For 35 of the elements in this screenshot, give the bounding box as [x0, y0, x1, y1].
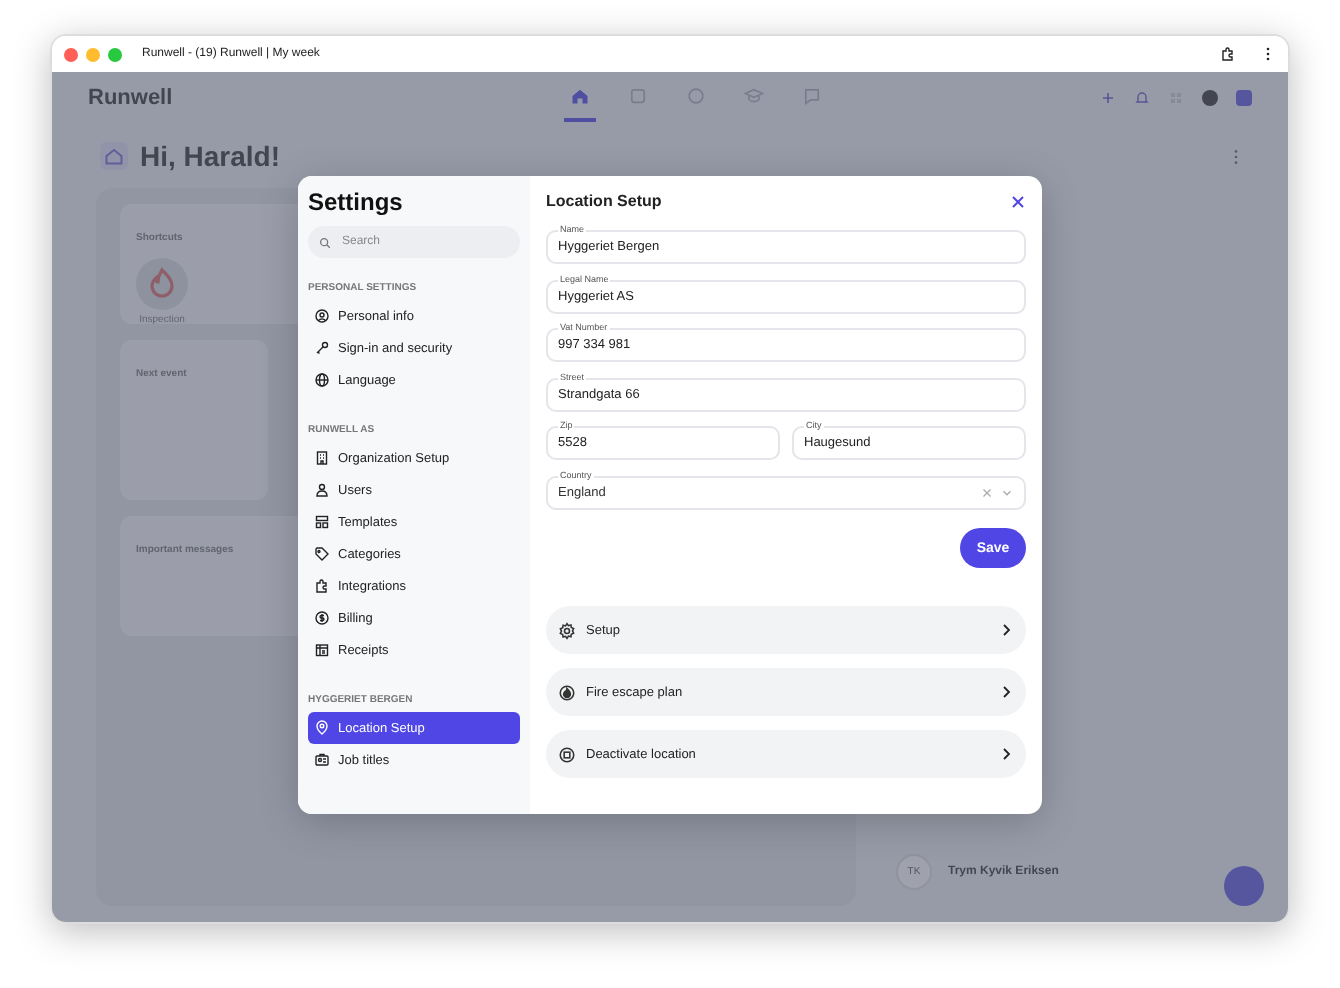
- layout-icon: [314, 514, 330, 530]
- flame-icon: [558, 683, 576, 701]
- panel-title: Location Setup: [546, 192, 662, 210]
- building-icon: [314, 450, 330, 466]
- location-pin-icon: [314, 720, 330, 736]
- id-card-icon: [314, 752, 330, 768]
- person-circle-icon: [314, 308, 330, 324]
- puzzle-icon: [314, 578, 330, 594]
- close-icon[interactable]: [1010, 193, 1026, 209]
- settings-icon: [558, 621, 576, 639]
- home-icon: [100, 142, 128, 170]
- stop-circle-icon: [558, 745, 576, 763]
- bell-icon[interactable]: [1134, 90, 1150, 106]
- chevron-down-icon[interactable]: [1000, 485, 1014, 499]
- puzzle-icon[interactable]: [1220, 46, 1236, 62]
- chat-button[interactable]: [1224, 866, 1264, 906]
- settings-title: Settings: [308, 188, 403, 216]
- greeting-heading: Hi, Harald!: [140, 140, 283, 172]
- clear-icon[interactable]: [980, 485, 994, 499]
- receipt-icon: [314, 642, 330, 658]
- dollar-coin-icon: [314, 610, 330, 626]
- chevron-right-icon: [998, 684, 1014, 700]
- chevron-right-icon: [998, 746, 1014, 762]
- avatar[interactable]: [1202, 90, 1218, 106]
- plus-icon[interactable]: [1100, 90, 1116, 106]
- maximize-window-button[interactable]: [108, 47, 122, 61]
- search-icon: [318, 235, 332, 249]
- key-icon: [314, 340, 330, 356]
- globe-icon: [314, 372, 330, 388]
- workspace-badge[interactable]: [1236, 90, 1252, 106]
- person-icon: [314, 482, 330, 498]
- minimize-window-button[interactable]: [86, 47, 100, 61]
- chevron-right-icon: [998, 622, 1014, 638]
- close-window-button[interactable]: [64, 47, 78, 61]
- tag-icon: [314, 546, 330, 562]
